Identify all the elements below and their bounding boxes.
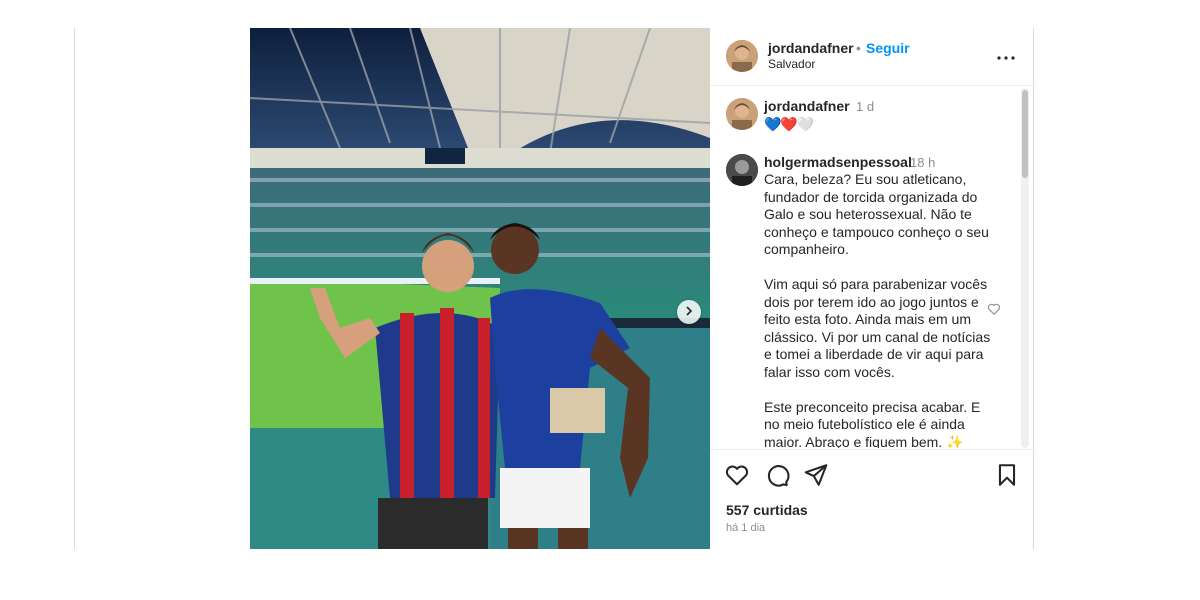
bookmark-icon (994, 464, 1020, 492)
comment-time[interactable]: 18 h (910, 155, 935, 170)
post-photo[interactable] (250, 28, 710, 549)
post-actions: 557 curtidas há 1 dia (710, 449, 1033, 549)
avatar[interactable] (726, 154, 758, 186)
post-location[interactable]: Salvador (768, 57, 815, 71)
comment-text: Cara, beleza? Eu sou atleticano, fundado… (764, 171, 998, 448)
comments-list[interactable]: jordandafner 1 d 💙❤️🤍 holgermadsenpessoa… (710, 86, 1018, 448)
next-photo-button[interactable] (677, 300, 701, 324)
avatar[interactable] (726, 40, 758, 72)
post-time[interactable]: há 1 dia (726, 522, 765, 534)
scrollbar-thumb[interactable] (1022, 90, 1028, 178)
comment-author-username[interactable]: holgermadsenpessoal (764, 154, 912, 170)
more-options-button[interactable] (996, 46, 1016, 66)
comment-paragraph: Vim aqui só para parabenizar vocês dois … (764, 276, 991, 380)
follow-button[interactable]: Seguir (866, 40, 910, 56)
caption-time[interactable]: 1 d (856, 99, 874, 114)
chevron-right-icon (684, 303, 694, 321)
comment-paragraph: Este preconceito precisa acabar. E no me… (764, 398, 981, 449)
more-icon (997, 47, 1015, 65)
share-icon (803, 464, 829, 492)
save-button[interactable] (994, 462, 1020, 488)
comment-button[interactable] (764, 462, 790, 488)
comment-like-button[interactable] (987, 302, 1003, 318)
avatar[interactable] (726, 98, 758, 130)
comments-scrollbar[interactable] (1021, 88, 1029, 448)
post-author-username[interactable]: jordandafner (768, 40, 854, 56)
post-side-panel: jordandafner • Seguir Salvador jordandaf… (710, 28, 1033, 549)
caption-text: 💙❤️🤍 (764, 116, 814, 132)
likes-count[interactable]: 557 curtidas (726, 502, 808, 518)
comment-paragraph: Cara, beleza? Eu sou atleticano, fundado… (764, 171, 989, 257)
heart-icon (987, 303, 1001, 320)
comment-icon (764, 465, 790, 492)
like-button[interactable] (724, 462, 750, 488)
separator-dot: • (856, 40, 861, 56)
share-button[interactable] (803, 462, 829, 488)
heart-icon (724, 465, 750, 492)
caption-author-username[interactable]: jordandafner (764, 98, 850, 114)
post-header: jordandafner • Seguir Salvador (710, 28, 1033, 86)
